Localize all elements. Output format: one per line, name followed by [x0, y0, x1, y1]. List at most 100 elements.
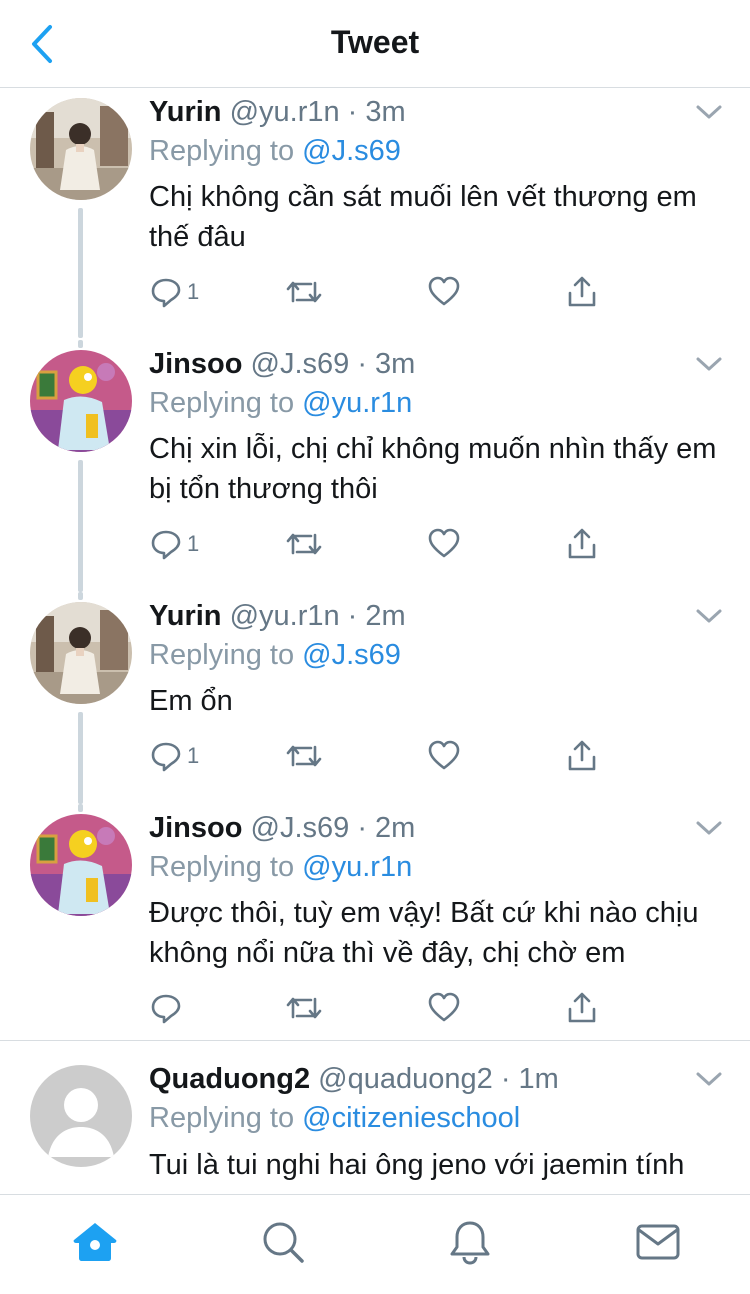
- handle-time: @yu.r1n · 2m: [229, 600, 406, 632]
- reply-icon: [151, 742, 181, 772]
- reply-icon: [151, 530, 181, 560]
- tweet-text: Được thôi, tuỳ em vậy! Bất cứ khi nào ch…: [149, 897, 699, 969]
- replying-prefix: Replying to: [149, 135, 295, 167]
- mention-link[interactable]: @J.s69: [302, 639, 401, 671]
- tweet-actions: 1: [149, 270, 619, 314]
- reply-button[interactable]: [149, 986, 187, 1030]
- mention-link[interactable]: @yu.r1n: [302, 387, 412, 419]
- default-avatar-icon: [30, 1065, 132, 1167]
- mention-link[interactable]: @J.s69: [302, 135, 401, 167]
- chevron-down-icon: [696, 609, 722, 623]
- tweet[interactable]: Quaduong2 @quaduong2 · 1m Replying to @c…: [0, 1041, 750, 1194]
- tab-messages[interactable]: [633, 1217, 683, 1267]
- avatar[interactable]: [30, 350, 132, 452]
- tweet-text: Chị không cần sát muối lên vết thương em…: [149, 181, 697, 253]
- avatar[interactable]: [30, 98, 132, 200]
- reply-button[interactable]: 1: [149, 522, 199, 566]
- replying-to: Replying to @yu.r1n: [149, 387, 412, 420]
- page-title: Tweet: [330, 24, 420, 60]
- display-name[interactable]: Jinsoo: [149, 812, 242, 844]
- tweet-text: Chị xin lỗi, chị chỉ không muốn nhìn thấ…: [149, 433, 717, 505]
- replying-to: Replying to @J.s69: [149, 639, 401, 672]
- reply-count: 1: [187, 279, 200, 304]
- share-button[interactable]: [565, 986, 599, 1030]
- tweet-header: Jinsoo @J.s69 · 3m: [149, 348, 415, 381]
- retweet-button[interactable]: [285, 734, 323, 778]
- like-button[interactable]: [427, 522, 461, 566]
- heart-icon: [428, 992, 460, 1022]
- photo-avatar-icon: [30, 98, 132, 200]
- thread-line: [78, 712, 83, 804]
- like-button[interactable]: [427, 986, 461, 1030]
- retweet-button[interactable]: [285, 270, 323, 314]
- retweet-icon: [286, 281, 322, 303]
- like-button[interactable]: [427, 270, 461, 314]
- more-options-button[interactable]: [694, 818, 724, 838]
- tab-home[interactable]: [70, 1217, 120, 1267]
- replying-prefix: Replying to: [149, 1102, 295, 1134]
- avatar[interactable]: [30, 1065, 132, 1167]
- display-name[interactable]: Quaduong2: [149, 1063, 310, 1095]
- more-options-button[interactable]: [694, 1069, 724, 1089]
- notifications-icon: [450, 1221, 490, 1265]
- display-name[interactable]: Yurin: [149, 96, 222, 128]
- avatar[interactable]: [30, 602, 132, 704]
- display-name[interactable]: Yurin: [149, 600, 222, 632]
- reply-icon: [151, 994, 181, 1024]
- reply-icon: [151, 278, 181, 308]
- heart-icon: [428, 740, 460, 770]
- thread-line: [78, 460, 83, 592]
- heart-icon: [428, 276, 460, 306]
- chevron-down-icon: [696, 105, 722, 119]
- share-button[interactable]: [565, 734, 599, 778]
- thread-line: [78, 804, 83, 812]
- display-name[interactable]: Jinsoo: [149, 348, 242, 380]
- avatar[interactable]: [30, 814, 132, 916]
- mention-link[interactable]: @yu.r1n: [302, 851, 412, 883]
- share-icon: [568, 276, 596, 307]
- tweet[interactable]: Jinsoo @J.s69 · 2m Replying to @yu.r1n Đ…: [0, 804, 750, 1040]
- more-options-button[interactable]: [694, 606, 724, 626]
- tweet-header: Yurin @yu.r1n · 2m: [149, 600, 406, 633]
- tweet-header: Quaduong2 @quaduong2 · 1m: [149, 1063, 559, 1096]
- share-icon: [568, 528, 596, 559]
- replying-to: Replying to @J.s69: [149, 135, 401, 168]
- replying-prefix: Replying to: [149, 639, 295, 671]
- home-icon: [73, 1223, 117, 1261]
- tweet[interactable]: Yurin @yu.r1n · 3m Replying to @J.s69 Ch…: [0, 88, 750, 338]
- retweet-button[interactable]: [285, 986, 323, 1030]
- tweet[interactable]: Yurin @yu.r1n · 2m Replying to @J.s69 Em…: [0, 592, 750, 804]
- tweet-text: Em ổn: [149, 685, 233, 717]
- top-bar: Tweet: [0, 0, 750, 88]
- chevron-down-icon: [696, 357, 722, 371]
- tweet-header: Yurin @yu.r1n · 3m: [149, 96, 406, 129]
- retweet-button[interactable]: [285, 522, 323, 566]
- handle-time: @J.s69 · 2m: [250, 812, 416, 844]
- more-options-button[interactable]: [694, 354, 724, 374]
- share-button[interactable]: [565, 522, 599, 566]
- like-button[interactable]: [427, 734, 461, 778]
- replying-to: Replying to @yu.r1n: [149, 851, 412, 884]
- retweet-icon: [286, 997, 322, 1019]
- share-button[interactable]: [565, 270, 599, 314]
- tweet[interactable]: Jinsoo @J.s69 · 3m Replying to @yu.r1n C…: [0, 340, 750, 592]
- reply-button[interactable]: 1: [149, 734, 199, 778]
- search-icon: [263, 1222, 304, 1263]
- tab-notifications[interactable]: [445, 1217, 495, 1267]
- mention-link[interactable]: @citizenieschool: [302, 1102, 520, 1134]
- tab-search[interactable]: [258, 1217, 308, 1267]
- retweet-icon: [286, 745, 322, 767]
- reply-button[interactable]: 1: [149, 270, 199, 314]
- reply-count: 1: [187, 743, 200, 768]
- more-options-button[interactable]: [694, 102, 724, 122]
- replying-to: Replying to @citizenieschool: [149, 1102, 520, 1135]
- thread-line: [78, 592, 83, 600]
- replying-prefix: Replying to: [149, 387, 295, 419]
- share-icon: [568, 992, 596, 1023]
- thread-line: [78, 340, 83, 348]
- handle-time: @yu.r1n · 3m: [229, 96, 406, 128]
- conversation-feed[interactable]: Yurin @yu.r1n · 3m Replying to @J.s69 Ch…: [0, 88, 750, 1194]
- messages-icon: [636, 1224, 680, 1260]
- handle-time: @quaduong2 · 1m: [318, 1063, 559, 1095]
- handle-time: @J.s69 · 3m: [250, 348, 416, 380]
